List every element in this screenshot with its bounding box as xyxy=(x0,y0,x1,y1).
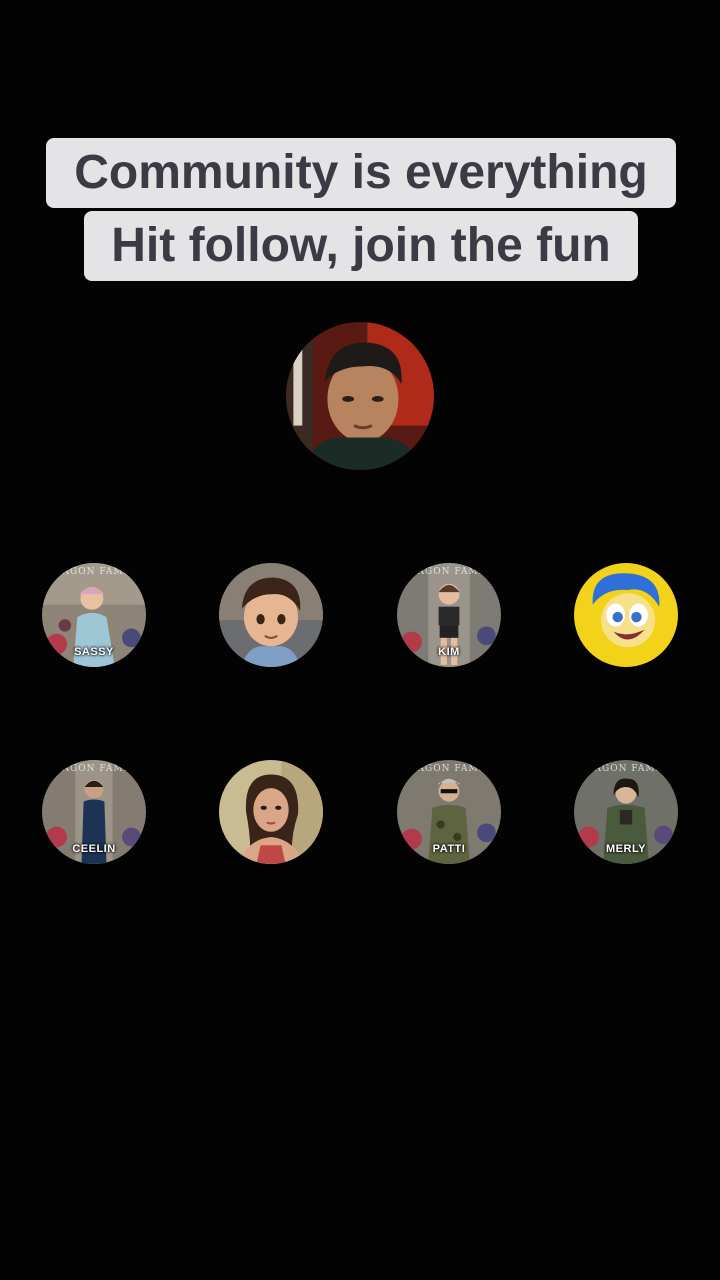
member-name-label: SASSY xyxy=(74,646,114,658)
caption-line-1: Community is everything xyxy=(46,138,676,208)
member-avatar-sassy[interactable]: DRAGON FAMILY SASSY xyxy=(42,563,146,667)
cartoon-boy-icon xyxy=(219,563,323,667)
member-name-label: MERLY xyxy=(606,843,646,855)
member-avatar-cartoon-boy[interactable] xyxy=(219,563,323,667)
badge-arc-text: DRAGON FAMILY xyxy=(46,764,142,774)
host-avatar-photo-icon xyxy=(286,322,434,470)
badge-arc-text: DRAGON FAMILY xyxy=(578,764,674,774)
member-name-label: PATTI xyxy=(432,843,466,855)
cartoon-joy-icon xyxy=(574,563,678,667)
member-avatar-patti[interactable]: DRAGON FAMILY PATTI xyxy=(397,760,501,864)
member-avatar-ceelin[interactable]: DRAGON FAMILY CEELIN xyxy=(42,760,146,864)
badge-arc-text: DRAGON FAMILY xyxy=(401,764,497,774)
badge-arc-text: DRAGON FAMILY xyxy=(46,567,142,577)
badge-arc-text: DRAGON FAMILY xyxy=(401,567,497,577)
member-avatar-merly[interactable]: DRAGON FAMILY MERLY xyxy=(574,760,678,864)
member-avatar-kim[interactable]: DRAGON FAMILY KIM xyxy=(397,563,501,667)
host-avatar[interactable] xyxy=(286,322,434,470)
member-avatar-joy[interactable] xyxy=(574,563,678,667)
member-avatar-portrait[interactable] xyxy=(219,760,323,864)
member-name-label: CEELIN xyxy=(72,843,116,855)
portrait-photo-icon xyxy=(219,760,323,864)
caption-line-2: Hit follow, join the fun xyxy=(84,211,638,281)
member-name-label: KIM xyxy=(438,646,460,658)
